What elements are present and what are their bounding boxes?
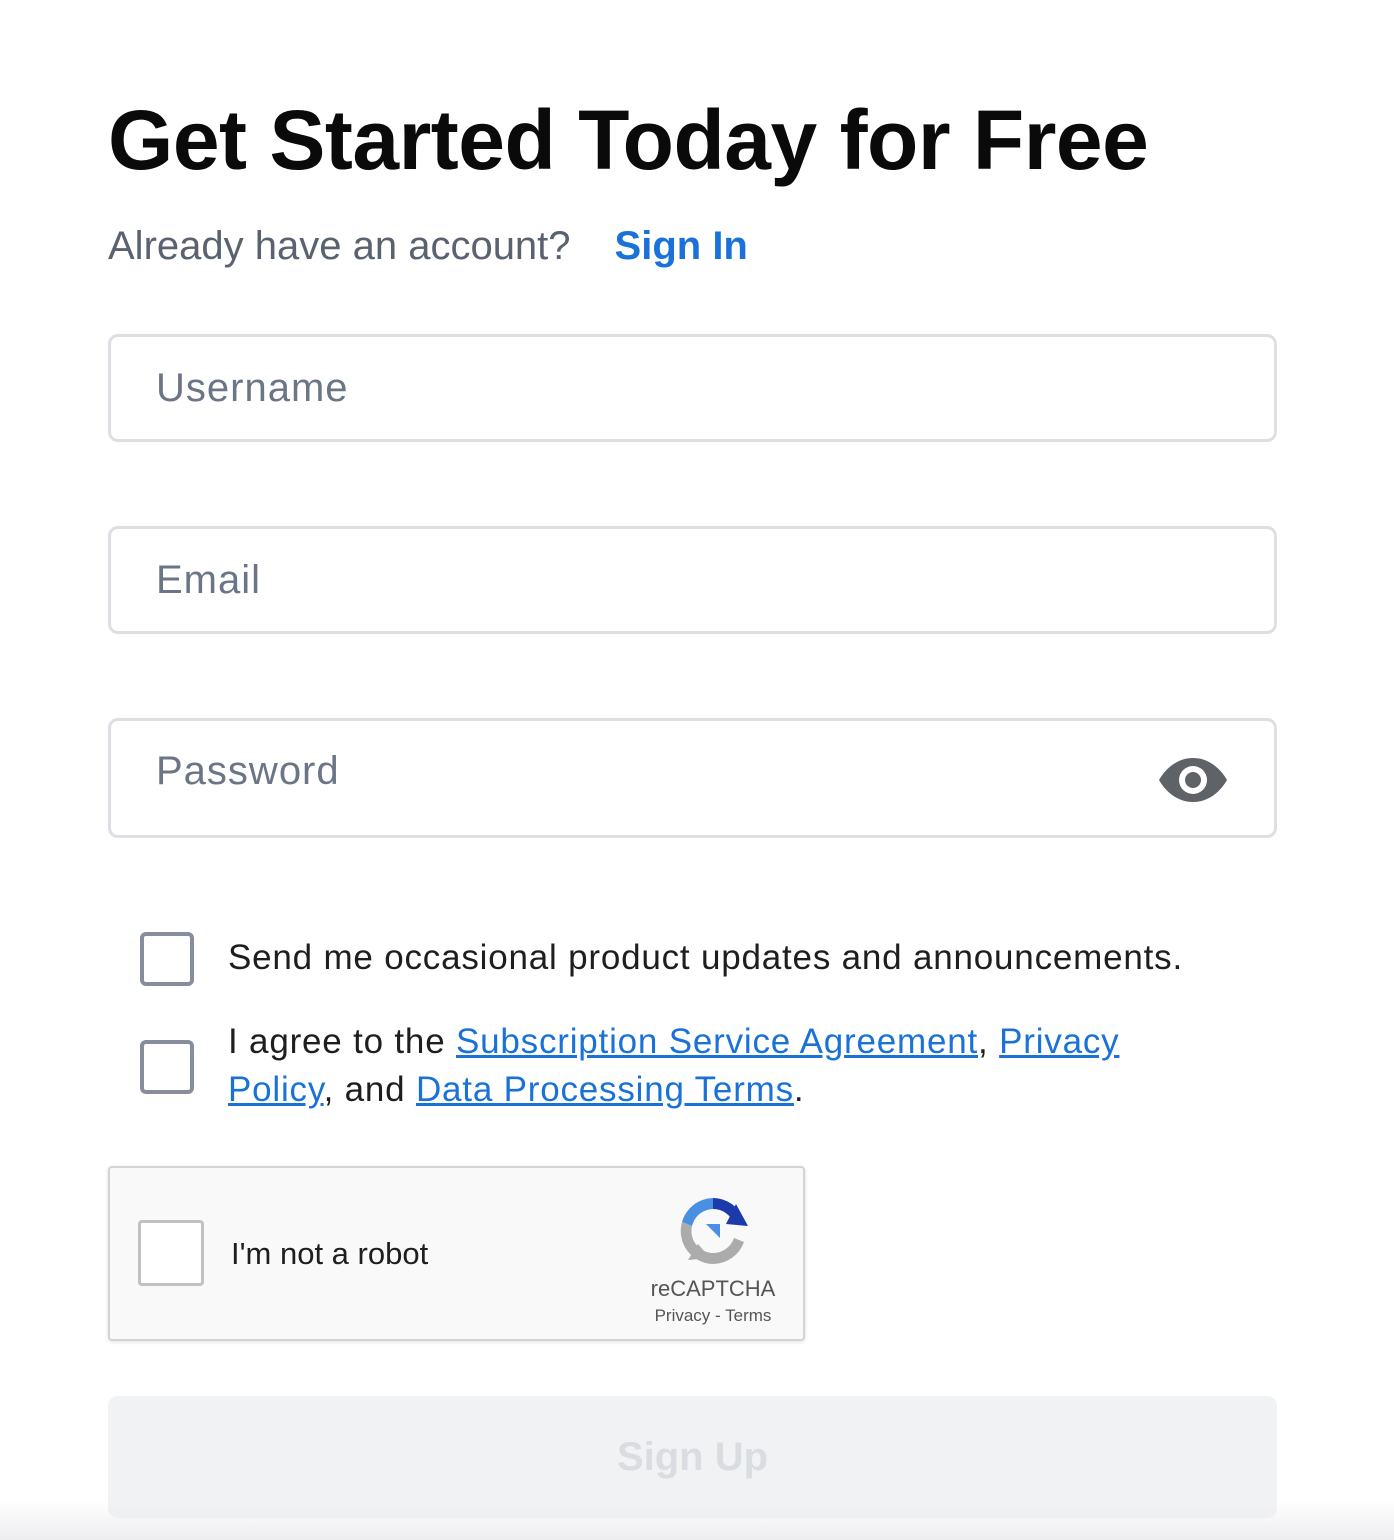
email-field (108, 526, 1277, 634)
recaptcha-label: I'm not a robot (231, 1236, 429, 1271)
signin-row: Already have an account? Sign In (108, 224, 748, 269)
updates-label: Send me occasional product updates and a… (228, 938, 1183, 977)
recaptcha-widget: I'm not a robot reCAPTCHA Privacy - Term… (108, 1166, 805, 1341)
agree-separator-1: , (978, 1022, 1000, 1061)
username-input[interactable] (111, 337, 1274, 439)
agree-suffix: . (793, 1070, 805, 1109)
recaptcha-links-separator: - (710, 1306, 726, 1325)
password-field (108, 718, 1277, 838)
agree-prefix: I agree to the (228, 1022, 456, 1061)
recaptcha-checkbox[interactable] (138, 1220, 204, 1286)
subscription-agreement-link[interactable]: Subscription Service Agreement (456, 1022, 978, 1061)
recaptcha-logo-icon (680, 1198, 748, 1264)
username-field (108, 334, 1277, 442)
updates-checkbox[interactable] (140, 932, 194, 986)
agree-separator-2: , and (323, 1070, 416, 1109)
data-processing-terms-link[interactable]: Data Processing Terms (416, 1070, 794, 1109)
signin-link[interactable]: Sign In (615, 224, 748, 268)
page-title: Get Started Today for Free (108, 93, 1149, 187)
password-input[interactable] (111, 721, 1274, 835)
signin-prompt: Already have an account? (108, 224, 571, 268)
email-input[interactable] (111, 529, 1274, 631)
sign-up-button[interactable]: Sign Up (108, 1396, 1277, 1518)
signup-page: Get Started Today for Free Already have … (0, 0, 1394, 1540)
recaptcha-brand: reCAPTCHA (650, 1276, 776, 1301)
eye-icon[interactable] (1158, 755, 1228, 805)
recaptcha-terms-link[interactable]: Terms (725, 1306, 771, 1325)
recaptcha-privacy-link[interactable]: Privacy (655, 1306, 711, 1325)
agree-label: I agree to the Subscription Service Agre… (228, 1018, 1168, 1114)
agree-checkbox[interactable] (140, 1040, 194, 1094)
recaptcha-links: Privacy - Terms (610, 1306, 816, 1326)
